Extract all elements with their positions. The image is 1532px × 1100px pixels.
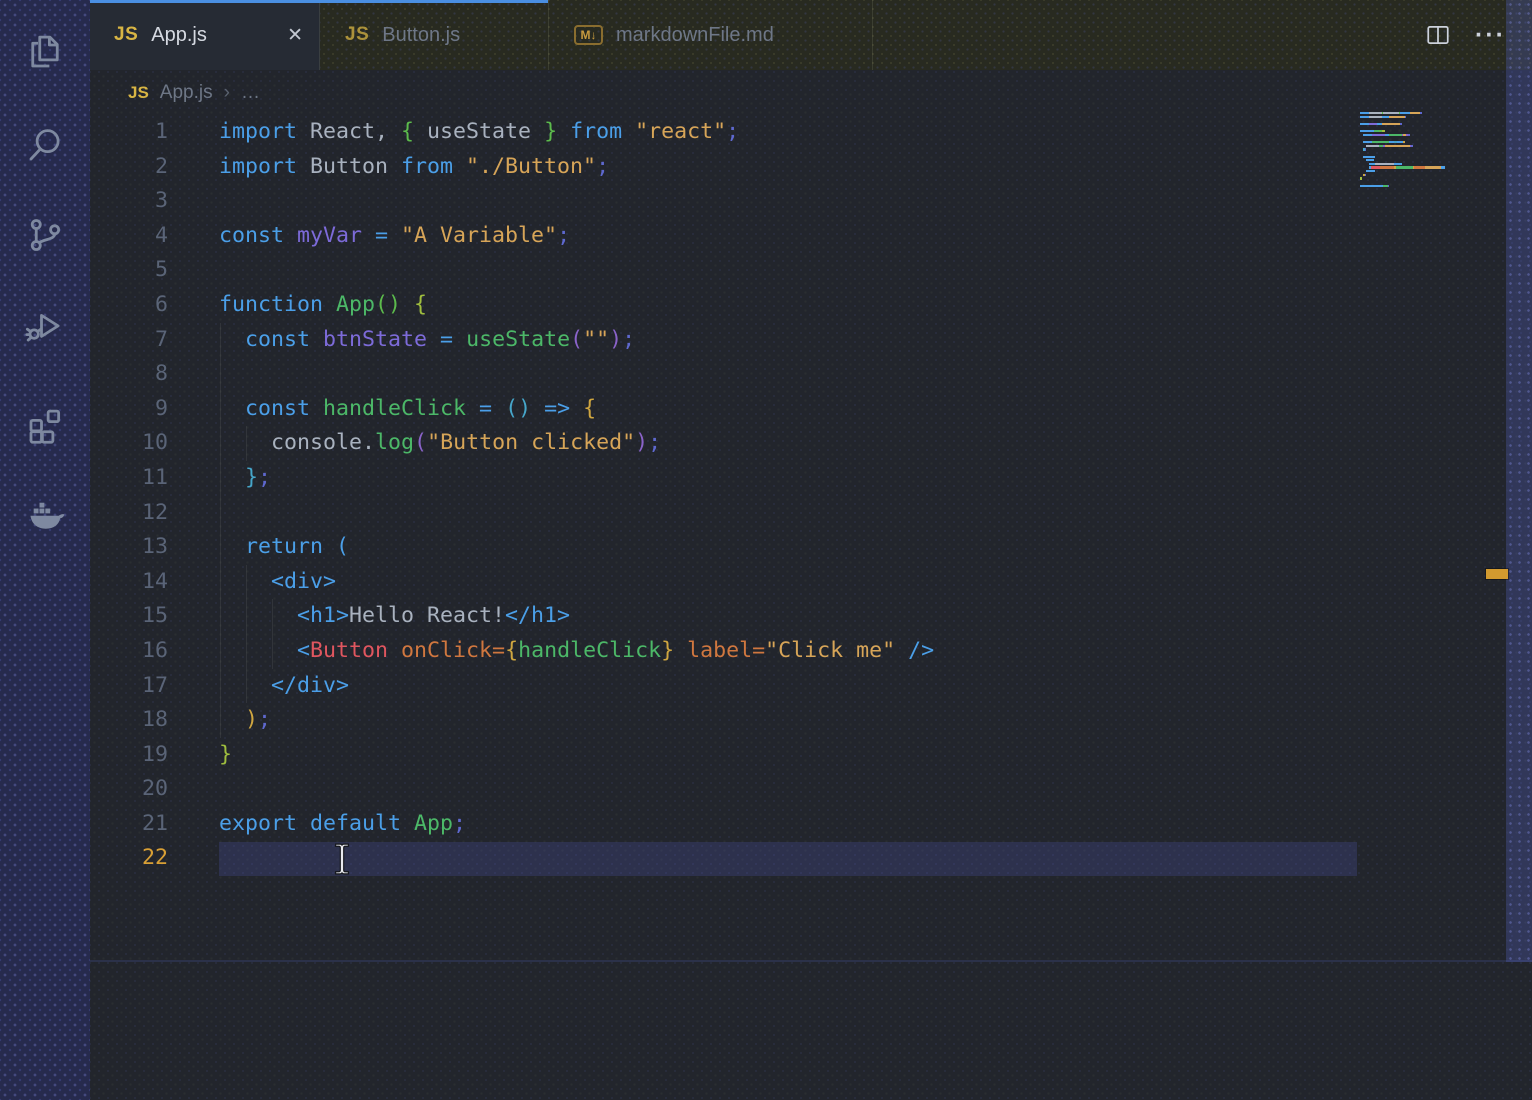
- code-line[interactable]: };: [219, 461, 934, 496]
- line-number: 17: [90, 669, 168, 704]
- code-line[interactable]: const btnState = useState("");: [219, 323, 934, 358]
- code-line[interactable]: [219, 357, 934, 392]
- breadcrumb: JS App.js › …: [128, 70, 260, 115]
- code-line[interactable]: <h1>Hello React!</h1>: [219, 599, 934, 634]
- code-line[interactable]: return (: [219, 530, 934, 565]
- line-number: 10: [90, 426, 168, 461]
- tab-label: markdownFile.md: [616, 24, 774, 47]
- code-line[interactable]: </div>: [219, 669, 934, 704]
- line-number: 2: [90, 150, 168, 185]
- line-number: 19: [90, 738, 168, 773]
- code-line[interactable]: console.log("Button clicked");: [219, 426, 934, 461]
- scrollbar-track[interactable]: [1506, 0, 1532, 962]
- vscode-window: JS App.js ✕ JS Button.js M↓ markdownFile…: [0, 0, 1532, 1100]
- code-line[interactable]: function App() {: [219, 288, 934, 323]
- tab-label: App.js: [151, 24, 207, 47]
- line-number: 22: [90, 841, 168, 876]
- search-icon[interactable]: [23, 123, 67, 167]
- minimap[interactable]: [1360, 112, 1456, 192]
- code-line[interactable]: );: [219, 703, 934, 738]
- line-number: 12: [90, 496, 168, 531]
- code-line[interactable]: import React, { useState } from "react";: [219, 115, 934, 150]
- close-icon[interactable]: ✕: [287, 24, 303, 47]
- tab-button-js[interactable]: JS Button.js: [321, 0, 549, 70]
- code-line[interactable]: <Button onClick={handleClick} label="Cli…: [219, 634, 934, 669]
- i-beam-cursor: [332, 842, 352, 881]
- code-line[interactable]: }: [219, 738, 934, 773]
- active-tab-indicator: [90, 0, 548, 3]
- code-line[interactable]: [219, 772, 934, 807]
- markdown-file-icon: M↓: [574, 25, 603, 45]
- js-file-icon: JS: [128, 83, 149, 103]
- line-number: 11: [90, 461, 168, 496]
- line-number: 15: [90, 599, 168, 634]
- line-number: 20: [90, 772, 168, 807]
- extensions-icon[interactable]: [23, 401, 67, 445]
- code-line[interactable]: const handleClick = () => {: [219, 392, 934, 427]
- line-number: 9: [90, 392, 168, 427]
- code-lines[interactable]: import React, { useState } from "react";…: [219, 115, 934, 876]
- more-actions-icon[interactable]: ···: [1475, 0, 1506, 70]
- source-control-icon[interactable]: [23, 213, 67, 257]
- tab-label: Button.js: [382, 24, 460, 47]
- breadcrumb-file[interactable]: App.js: [160, 82, 213, 104]
- overview-ruler-marker: [1486, 569, 1508, 579]
- line-number: 4: [90, 219, 168, 254]
- line-number: 14: [90, 565, 168, 600]
- line-number: 5: [90, 253, 168, 288]
- code-line[interactable]: [219, 841, 934, 876]
- line-number: 13: [90, 530, 168, 565]
- code-line[interactable]: [219, 253, 934, 288]
- tab-app-js[interactable]: JS App.js ✕: [90, 0, 320, 70]
- code-line[interactable]: import Button from "./Button";: [219, 150, 934, 185]
- line-number: 16: [90, 634, 168, 669]
- line-number: 21: [90, 807, 168, 842]
- code-line[interactable]: [219, 184, 934, 219]
- code-line[interactable]: const myVar = "A Variable";: [219, 219, 934, 254]
- gutter: 12345678910111213141516171819202122: [90, 115, 168, 876]
- code-line[interactable]: export default App;: [219, 807, 934, 842]
- split-editor-icon[interactable]: [1425, 0, 1451, 70]
- line-number: 8: [90, 357, 168, 392]
- docker-icon[interactable]: [23, 493, 67, 537]
- run-and-debug-icon[interactable]: [23, 303, 67, 347]
- explorer-icon[interactable]: [23, 30, 67, 74]
- js-file-icon: JS: [345, 24, 369, 46]
- breadcrumb-symbol[interactable]: …: [241, 82, 260, 104]
- tab-bar: JS App.js ✕ JS Button.js M↓ markdownFile…: [90, 0, 1532, 70]
- js-file-icon: JS: [114, 24, 138, 46]
- chevron-right-icon: ›: [224, 82, 230, 104]
- line-number: 18: [90, 703, 168, 738]
- activity-bar: [0, 0, 90, 1100]
- minimap-content: [1360, 112, 1456, 192]
- line-number: 1: [90, 115, 168, 150]
- tab-markdownfile-md[interactable]: M↓ markdownFile.md: [550, 0, 873, 70]
- code-line[interactable]: [219, 496, 934, 531]
- line-number: 7: [90, 323, 168, 358]
- line-number: 6: [90, 288, 168, 323]
- code-line[interactable]: <div>: [219, 565, 934, 600]
- line-number: 3: [90, 184, 168, 219]
- frame-artifact-line: [90, 960, 1532, 962]
